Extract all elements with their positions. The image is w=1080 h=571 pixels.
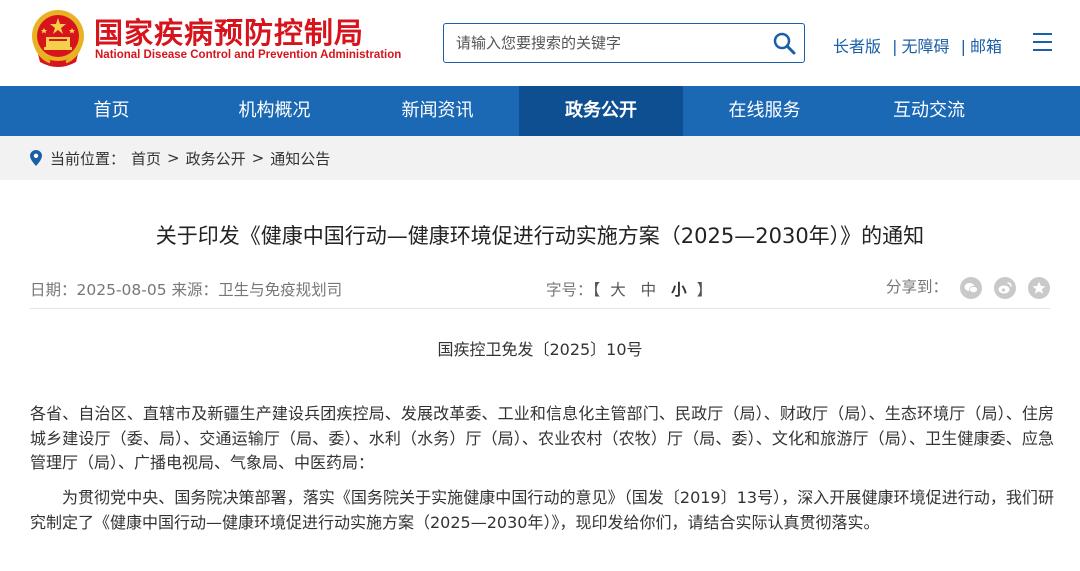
nav-item-news[interactable]: 新闻资讯 bbox=[356, 86, 519, 136]
main-nav: 首页 机构概况 新闻资讯 政务公开 在线服务 互动交流 bbox=[0, 86, 1080, 136]
mailbox-link[interactable]: 邮箱 bbox=[970, 37, 1002, 56]
source-label: 来源： bbox=[171, 281, 219, 299]
site-logo-subtitle[interactable]: National Disease Control and Prevention … bbox=[95, 49, 401, 61]
favorite-icon[interactable] bbox=[1027, 276, 1050, 299]
breadcrumb-notices[interactable]: 通知公告 bbox=[270, 148, 330, 169]
national-emblem-icon[interactable] bbox=[30, 8, 86, 70]
article-date-source: 日期：2025-08-05 来源：卫生与免疫规划司 bbox=[30, 278, 342, 300]
font-size-medium-button[interactable]: 中 bbox=[641, 281, 657, 299]
breadcrumb-separator: > bbox=[251, 149, 265, 167]
link-separator: | bbox=[892, 37, 898, 56]
share-label: 分享到： bbox=[886, 278, 949, 296]
article-paragraph-body: 为贯彻党中央、国务院决策部署，落实《国务院关于实施健康中国行动的意见》（国发〔2… bbox=[30, 488, 1054, 532]
meta-divider bbox=[30, 308, 1050, 309]
search-icon[interactable] bbox=[772, 31, 798, 55]
search-input[interactable] bbox=[444, 24, 764, 62]
weibo-icon[interactable] bbox=[993, 276, 1016, 299]
wechat-icon[interactable] bbox=[959, 276, 982, 299]
font-size-small-button[interactable]: 小 bbox=[671, 281, 687, 299]
article-card: 关于印发《健康中国行动—健康环境促进行动实施方案（2025—2030年）》的通知… bbox=[0, 180, 1080, 571]
font-size-label: 字号： bbox=[546, 281, 593, 299]
breadcrumb-government-affairs[interactable]: 政务公开 bbox=[186, 148, 246, 169]
font-size-large-button[interactable]: 大 bbox=[610, 281, 626, 299]
document-number: 国疾控卫免发〔2025〕10号 bbox=[437, 340, 643, 359]
menu-icon[interactable] bbox=[1033, 33, 1053, 51]
nav-item-home[interactable]: 首页 bbox=[30, 86, 193, 136]
link-separator: | bbox=[960, 37, 966, 56]
search-box bbox=[443, 23, 805, 63]
nav-item-about[interactable]: 机构概况 bbox=[193, 86, 356, 136]
article-paragraph-recipients: 各省、自治区、直辖市及新疆生产建设兵团疾控局、发展改革委、工业和信息化主管部门、… bbox=[30, 404, 1054, 472]
breadcrumb-label: 当前位置： bbox=[50, 149, 126, 168]
share-bar: 分享到： bbox=[886, 275, 1050, 299]
location-pin-icon bbox=[30, 150, 42, 166]
nav-item-government-affairs[interactable]: 政务公开 bbox=[519, 86, 683, 136]
site-logo-title[interactable]: 国家疾病预防控制局 bbox=[94, 10, 364, 52]
date-label: 日期： bbox=[30, 281, 77, 299]
nav-item-online-services[interactable]: 在线服务 bbox=[683, 86, 846, 136]
article-date: 2025-08-05 bbox=[76, 281, 167, 299]
breadcrumb-home[interactable]: 首页 bbox=[131, 148, 161, 169]
breadcrumb: 当前位置： 首页 > 政务公开 > 通知公告 bbox=[30, 146, 330, 170]
font-size-close-bracket: 】 bbox=[696, 281, 713, 299]
article-title: 关于印发《健康中国行动—健康环境促进行动实施方案（2025—2030年）》的通知 bbox=[155, 224, 925, 248]
font-size-control: 字号：【 大 中 小 】 bbox=[546, 278, 712, 300]
nav-item-interaction[interactable]: 互动交流 bbox=[846, 86, 1012, 136]
elderly-mode-link[interactable]: 长者版 bbox=[833, 37, 881, 56]
breadcrumb-separator: > bbox=[167, 149, 180, 167]
article-source: 卫生与免疫规划司 bbox=[218, 281, 343, 299]
font-size-open-bracket: 【 bbox=[592, 281, 601, 299]
site-header: 国家疾病预防控制局 National Disease Control and P… bbox=[0, 0, 1080, 86]
accessibility-link[interactable]: 无障碍 bbox=[902, 37, 950, 56]
top-links: 长者版 | 无障碍 | 邮箱 bbox=[833, 33, 1002, 57]
